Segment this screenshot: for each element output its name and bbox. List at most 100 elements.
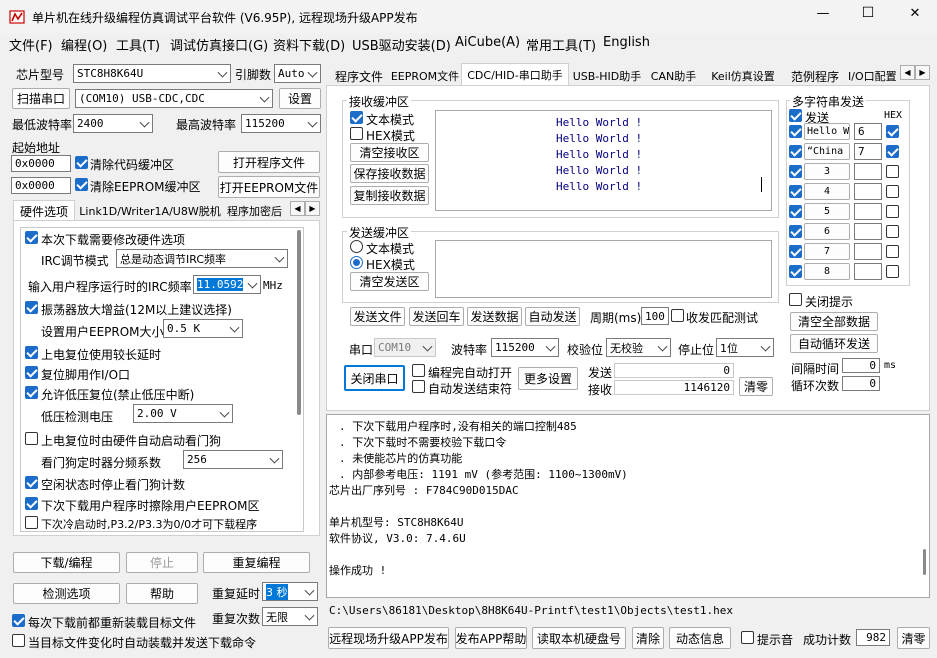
tab-encryption[interactable]: 程序加密后 xyxy=(226,201,294,221)
menu-aicube[interactable]: AiCube(A) xyxy=(455,35,520,50)
multi-row-hex-checkbox[interactable] xyxy=(886,205,899,218)
multi-row-value-input[interactable] xyxy=(854,203,882,220)
multi-send-all-checkbox[interactable] xyxy=(789,109,802,122)
send-hex-mode-radio[interactable] xyxy=(350,256,363,269)
menu-download[interactable]: 资料下载(D) xyxy=(273,35,345,54)
modify-hw-checkbox[interactable] xyxy=(25,231,38,244)
publish-help-button[interactable]: 发布APP帮助 xyxy=(455,627,527,649)
multi-row-send-button[interactable]: 6 xyxy=(804,223,850,240)
osc-gain-checkbox[interactable] xyxy=(25,301,38,314)
tab-scroll-left-icon[interactable]: ◀ xyxy=(290,201,305,216)
clear-success-count-button[interactable]: 清零 xyxy=(897,627,930,649)
repeat-delay-select[interactable]: 3 秒 xyxy=(262,582,318,601)
publish-app-button[interactable]: 远程现场升级APP发布 xyxy=(328,627,449,649)
multi-row-hex-checkbox[interactable] xyxy=(886,265,899,278)
tab-cdc-serial-assistant[interactable]: CDC/HID-串口助手 xyxy=(461,63,569,86)
clear-log-button[interactable]: 清除 xyxy=(632,627,664,649)
multi-row-value-input[interactable] xyxy=(854,183,882,200)
multi-row-send-button[interactable]: 5 xyxy=(804,203,850,220)
multi-row-value-input[interactable] xyxy=(854,163,882,180)
tab-io-config[interactable]: I/O口配置 xyxy=(847,66,903,86)
tab-hardware-options[interactable]: 硬件选项 xyxy=(13,200,75,221)
erase-eeprom-checkbox[interactable] xyxy=(25,497,38,510)
multi-row-send-checkbox[interactable] xyxy=(789,145,802,158)
long-reset-checkbox[interactable] xyxy=(25,346,38,359)
recv-text-mode-checkbox[interactable] xyxy=(350,111,363,124)
menu-program[interactable]: 编程(O) xyxy=(61,35,107,54)
menu-tools[interactable]: 工具(T) xyxy=(116,35,160,54)
multi-row-send-button[interactable]: Hello W xyxy=(804,123,850,140)
send-data-button[interactable]: 发送数据 xyxy=(467,307,522,326)
multi-row-hex-checkbox[interactable] xyxy=(886,145,899,158)
multi-row-send-checkbox[interactable] xyxy=(789,245,802,258)
min-baud-select[interactable]: 2400 xyxy=(73,114,153,133)
eeprom-size-select[interactable]: 0.5 K xyxy=(163,319,243,338)
clear-code-checkbox[interactable] xyxy=(75,156,88,169)
clear-all-data-button[interactable]: 清空全部数据 xyxy=(790,312,878,331)
multi-row-send-button[interactable]: 4 xyxy=(804,183,850,200)
menu-debug[interactable]: 调试仿真接口(G) xyxy=(170,35,268,54)
stop-button[interactable]: 停止 xyxy=(126,552,198,573)
clear-send-button[interactable]: 清空发送区 xyxy=(350,272,429,291)
reprogram-button[interactable]: 重复编程 xyxy=(203,552,310,573)
close-hint-checkbox[interactable] xyxy=(789,293,802,306)
multi-row-value-input[interactable] xyxy=(854,243,882,260)
dynamic-info-button[interactable]: 动态信息 xyxy=(669,627,731,649)
clear-receive-button[interactable]: 清空接收区 xyxy=(350,143,429,162)
scan-port-button[interactable]: 扫描串口 xyxy=(12,88,70,109)
pin-select[interactable]: Auto xyxy=(274,64,321,83)
multi-row-value-input[interactable] xyxy=(854,223,882,240)
loop-count-input[interactable]: 0 xyxy=(842,376,880,391)
reset-pin-checkbox[interactable] xyxy=(25,366,38,379)
save-receive-button[interactable]: 保存接收数据 xyxy=(350,164,429,183)
close-port-button[interactable]: 关闭串口 xyxy=(344,365,405,391)
wdt-auto-checkbox[interactable] xyxy=(25,432,38,445)
stop-bits-select[interactable]: 1位 xyxy=(716,338,774,357)
more-settings-button[interactable]: 更多设置 xyxy=(518,367,578,390)
reload-each-checkbox[interactable] xyxy=(12,614,25,627)
tab-can-assistant[interactable]: CAN助手 xyxy=(646,66,701,86)
multi-row-send-checkbox[interactable] xyxy=(789,185,802,198)
log-scrollbar[interactable] xyxy=(923,549,926,575)
settings-button[interactable]: 设置 xyxy=(279,88,321,109)
copy-receive-button[interactable]: 复制接收数据 xyxy=(350,186,429,205)
period-input[interactable]: 100 xyxy=(641,307,669,325)
open-eeprom-file-button[interactable]: 打开EEPROM文件 xyxy=(218,176,320,198)
multi-row-hex-checkbox[interactable] xyxy=(886,185,899,198)
irc-freq-select[interactable]: 11.0592 xyxy=(193,275,261,294)
eeprom-address-input[interactable]: 0x0000 xyxy=(11,177,71,194)
tab-eeprom-file[interactable]: EEPROM文件 xyxy=(391,66,459,86)
lvd-select[interactable]: 2.00 V xyxy=(133,404,233,423)
com-select[interactable]: (COM10) USB-CDC,CDC xyxy=(75,89,273,108)
send-text-mode-radio[interactable] xyxy=(350,240,363,253)
close-button[interactable]: ✕ xyxy=(900,6,930,21)
right-tab-scroll-left-icon[interactable]: ◀ xyxy=(900,65,915,80)
clear-counter-button[interactable]: 清零 xyxy=(739,377,773,396)
tab-keil-settings[interactable]: Keil仿真设置 xyxy=(703,66,783,86)
multi-row-send-checkbox[interactable] xyxy=(789,165,802,178)
options-scrollbar[interactable] xyxy=(297,230,301,415)
maximize-button[interactable]: ☐ xyxy=(853,5,883,21)
multi-row-value-input[interactable] xyxy=(854,263,882,280)
tab-example-programs[interactable]: 范例程序 xyxy=(786,66,844,86)
multi-row-send-button[interactable]: “China xyxy=(804,143,850,160)
tab-usb-hid-assistant[interactable]: USB-HID助手 xyxy=(571,66,643,86)
wdt-div-select[interactable]: 256 xyxy=(183,450,283,469)
menu-common-tools[interactable]: 常用工具(T) xyxy=(526,35,596,54)
multi-row-hex-checkbox[interactable] xyxy=(886,245,899,258)
tab-program-file[interactable]: 程序文件 xyxy=(331,66,387,86)
send-file-button[interactable]: 发送文件 xyxy=(350,307,405,326)
beep-checkbox[interactable] xyxy=(741,631,754,644)
parity-select[interactable]: 无校验 xyxy=(606,338,671,357)
multi-row-send-button[interactable]: 3 xyxy=(804,163,850,180)
menu-file[interactable]: 文件(F) xyxy=(9,35,53,54)
multi-row-send-button[interactable]: 8 xyxy=(804,263,850,280)
menu-usb-driver[interactable]: USB驱动安装(D) xyxy=(352,35,451,54)
right-tab-scroll-right-icon[interactable]: ▶ xyxy=(915,65,930,80)
code-address-input[interactable]: 0x0000 xyxy=(11,155,71,172)
minimize-button[interactable]: — xyxy=(808,6,838,21)
read-disk-id-button[interactable]: 读取本机硬盘号 xyxy=(532,627,626,649)
recv-hex-mode-checkbox[interactable] xyxy=(350,127,363,140)
send-enter-button[interactable]: 发送回车 xyxy=(409,307,464,326)
tab-offline-programmer[interactable]: Link1D/Writer1A/U8W脱机 xyxy=(76,201,224,221)
